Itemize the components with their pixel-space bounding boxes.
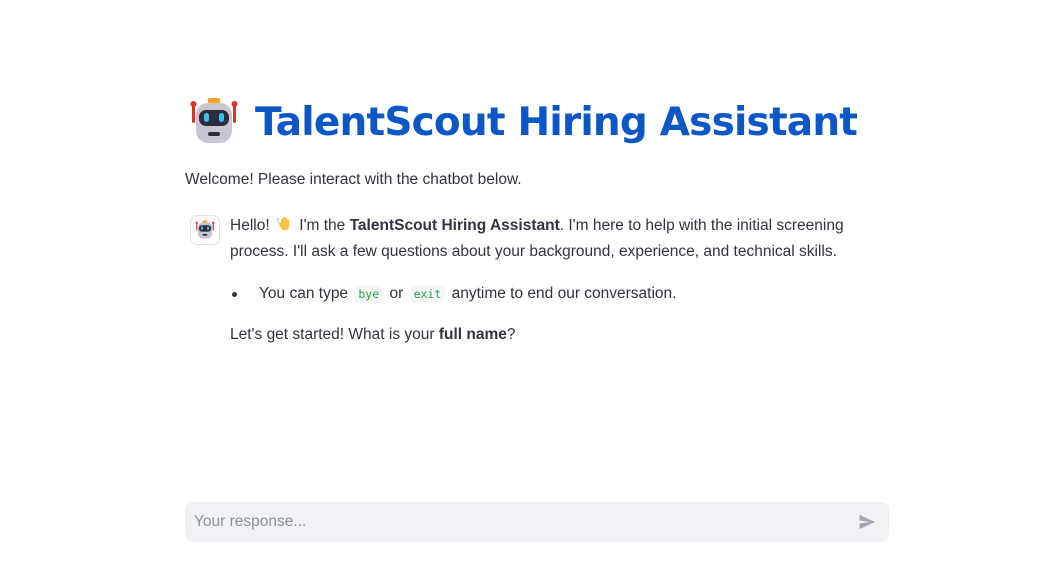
code-bye: bye xyxy=(354,285,384,303)
robot-icon xyxy=(195,220,215,239)
bullet-icon xyxy=(232,292,237,297)
intro-prefix: I'm the xyxy=(299,217,346,234)
waving-hand-icon xyxy=(276,215,293,232)
assistant-message: Hello! I'm the TalentScout Hiring Assist… xyxy=(185,213,889,348)
tip-prefix: You can type xyxy=(259,285,349,302)
assistant-avatar xyxy=(190,215,220,245)
main-content: TalentScout Hiring Assistant Welcome! Pl… xyxy=(185,96,889,348)
question-bold: full name xyxy=(438,326,507,343)
page-header: TalentScout Hiring Assistant xyxy=(185,96,889,148)
send-button[interactable] xyxy=(854,509,880,535)
welcome-text: Welcome! Please interact with the chatbo… xyxy=(185,171,522,188)
code-exit: exit xyxy=(409,285,446,303)
question-prefix: Let's get started! What is your xyxy=(230,326,435,343)
greeting-text: Hello! xyxy=(230,217,270,234)
page-title: TalentScout Hiring Assistant xyxy=(255,99,858,145)
tips-list: You can type bye or exit anytime to end … xyxy=(230,281,890,307)
intro-paragraph: Hello! I'm the TalentScout Hiring Assist… xyxy=(230,213,890,265)
question-paragraph: Let's get started! What is your full nam… xyxy=(230,322,890,348)
app-page: TalentScout Hiring Assistant Welcome! Pl… xyxy=(0,0,1037,578)
chat-input[interactable] xyxy=(185,502,854,542)
list-item: You can type bye or exit anytime to end … xyxy=(230,281,890,307)
tip-suffix: anytime to end our conversation. xyxy=(451,285,677,302)
assistant-name: TalentScout Hiring Assistant xyxy=(349,217,560,234)
chat-input-container xyxy=(185,502,889,542)
tip-or: or xyxy=(389,285,404,302)
send-icon xyxy=(859,514,875,530)
question-suffix: ? xyxy=(506,326,516,343)
message-body: Hello! I'm the TalentScout Hiring Assist… xyxy=(230,213,890,348)
robot-icon xyxy=(189,97,239,147)
